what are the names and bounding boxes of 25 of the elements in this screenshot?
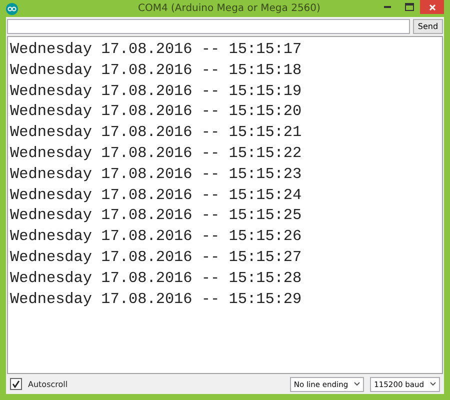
autoscroll-label: Autoscroll	[28, 380, 68, 388]
chevron-down-icon	[430, 382, 436, 386]
maximize-icon	[404, 3, 414, 11]
output-line: Wednesday 17.08.2016 -- 15:15:25	[10, 205, 302, 226]
output-line: Wednesday 17.08.2016 -- 15:15:24	[10, 184, 302, 206]
output-line: Wednesday 17.08.2016 -- 15:15:17	[10, 39, 302, 60]
send-button[interactable]: Send	[413, 19, 443, 34]
output-line: Wednesday 17.08.2016 -- 15:15:28	[10, 268, 302, 289]
output-line: Wednesday 17.08.2016 -- 15:15:22	[10, 142, 302, 164]
close-icon	[428, 4, 436, 10]
output-line: Wednesday 17.08.2016 -- 15:15:26	[10, 226, 302, 247]
minimize-icon	[384, 6, 390, 8]
output-line: Wednesday 17.08.2016 -- 15:15:23	[10, 164, 302, 185]
message-input-field[interactable]	[7, 19, 410, 34]
window-title: COM4 (Arduino Mega or Mega 2560)	[138, 3, 320, 14]
output-line: Wednesday 17.08.2016 -- 15:15:29	[10, 288, 302, 310]
chevron-down-icon	[354, 382, 360, 386]
output-line: Wednesday 17.08.2016 -- 15:15:27	[10, 246, 302, 268]
output-line: Wednesday 17.08.2016 -- 15:15:20	[10, 101, 302, 122]
app-logo-icon	[6, 2, 18, 14]
output-line: Wednesday 17.08.2016 -- 15:15:21	[10, 122, 302, 143]
output-line: Wednesday 17.08.2016 -- 15:15:18	[10, 60, 302, 81]
output-line: Wednesday 17.08.2016 -- 15:15:19	[10, 80, 302, 102]
close-button[interactable]	[420, 0, 444, 14]
autoscroll-checkbox[interactable]	[10, 378, 22, 390]
